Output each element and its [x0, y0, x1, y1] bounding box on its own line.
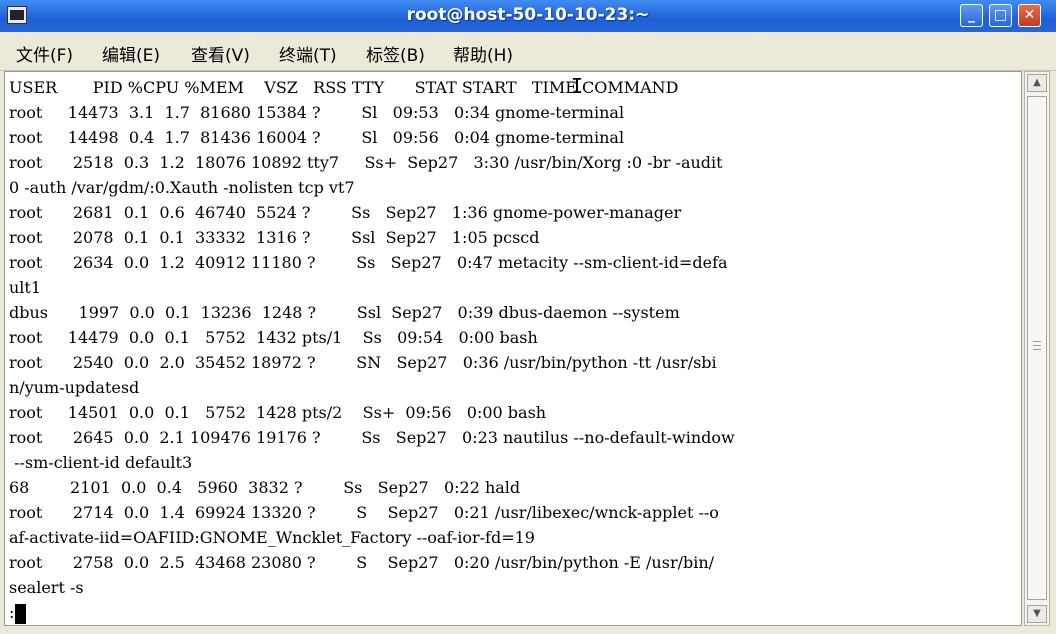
scrollbar-grip-icon	[1033, 341, 1041, 350]
menu-terminal[interactable]: 终端(T)	[279, 41, 337, 66]
close-button[interactable]: ✕	[1018, 4, 1041, 27]
terminal-line: root 2634 0.0 1.2 40912 11180 ? Ss Sep27…	[9, 253, 728, 272]
terminal-output[interactable]: I USER PID %CPU %MEM VSZ RSS TTY STAT ST…	[4, 71, 1022, 626]
minimize-button[interactable]: _	[960, 4, 983, 27]
scroll-down-arrow-icon[interactable]: ▼	[1027, 605, 1047, 623]
terminal-line: root 14479 0.0 0.1 5752 1432 pts/1 Ss 09…	[9, 328, 538, 347]
terminal-line: --sm-client-id default3	[9, 453, 193, 472]
terminal-line: root 2714 0.0 1.4 69924 13320 ? S Sep27 …	[9, 503, 719, 522]
terminal-line: dbus 1997 0.0 0.1 13236 1248 ? Ssl Sep27…	[9, 303, 680, 322]
terminal-line: root 2518 0.3 1.2 18076 10892 tty7 Ss+ S…	[9, 153, 723, 172]
window-title: root@host-50-10-10-23:~	[406, 5, 650, 25]
terminal-line: root 2758 0.0 2.5 43468 23080 ? S Sep27 …	[9, 553, 715, 572]
title-bar[interactable]: root@host-50-10-10-23:~ _ □ ✕	[0, 0, 1056, 33]
terminal-line: af-activate-iid=OAFIID:GNOME_Wncklet_Fac…	[9, 528, 535, 547]
block-cursor	[15, 603, 27, 624]
terminal-line: root 2681 0.1 0.6 46740 5524 ? Ss Sep27 …	[9, 203, 682, 222]
scroll-up-arrow-icon[interactable]: ▲	[1027, 74, 1047, 92]
terminal-line: sealert -s	[9, 578, 84, 597]
terminal-line: root 2078 0.1 0.1 33332 1316 ? Ssl Sep27…	[9, 228, 540, 247]
menu-edit[interactable]: 编辑(E)	[102, 41, 160, 66]
terminal-line: root 14501 0.0 0.1 5752 1428 pts/2 Ss+ 0…	[9, 403, 547, 422]
terminal-line: root 14473 3.1 1.7 81680 15384 ? Sl 09:5…	[9, 103, 625, 122]
terminal-window: root@host-50-10-10-23:~ _ □ ✕ 文件(F) 编辑(E…	[0, 0, 1056, 634]
menu-tabs[interactable]: 标签(B)	[366, 41, 425, 66]
terminal-line: ult1	[9, 278, 42, 297]
maximize-button[interactable]: □	[989, 4, 1012, 27]
menu-help[interactable]: 帮助(H)	[453, 41, 513, 66]
prompt-line: :	[9, 600, 27, 625]
menu-bar: 文件(F) 编辑(E) 查看(V) 终端(T) 标签(B) 帮助(H)	[0, 32, 1056, 71]
terminal-line: root 14498 0.4 1.7 81436 16004 ? Sl 09:5…	[9, 128, 625, 147]
terminal-line: root 2645 0.0 2.1 109476 19176 ? Ss Sep2…	[9, 428, 735, 447]
prompt-text: :	[9, 603, 15, 622]
terminal-line: root 2540 0.0 2.0 35452 18972 ? SN Sep27…	[9, 353, 717, 372]
terminal-line: 0 -auth /var/gdm/:0.Xauth -nolisten tcp …	[9, 178, 355, 197]
terminal-line: USER PID %CPU %MEM VSZ RSS TTY STAT STAR…	[9, 78, 679, 97]
terminal-line: 68 2101 0.0 0.4 5960 3832 ? Ss Sep27 0:2…	[9, 478, 521, 497]
terminal-line: n/yum-updatesd	[9, 378, 140, 397]
menu-file[interactable]: 文件(F)	[16, 41, 73, 66]
menu-view[interactable]: 查看(V)	[191, 41, 250, 66]
